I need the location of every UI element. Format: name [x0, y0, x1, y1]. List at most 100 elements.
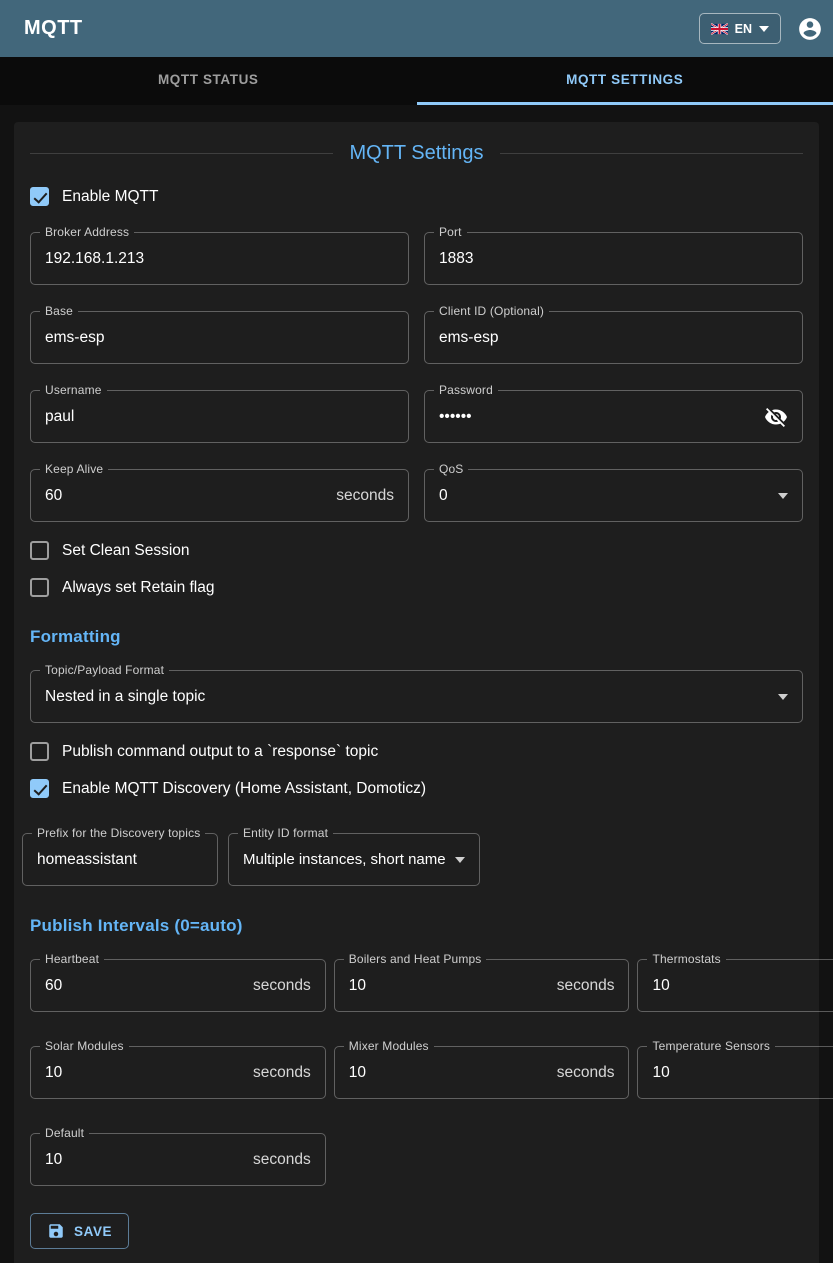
- unit-label: seconds: [253, 1064, 311, 1082]
- temperature-interval-field: Temperature Sensors seconds: [637, 1046, 833, 1099]
- qos-select[interactable]: QoS 0: [424, 469, 803, 522]
- discovery-prefix-input[interactable]: [37, 851, 203, 869]
- publish-response-checkbox[interactable]: [30, 742, 49, 761]
- topic-format-select[interactable]: Topic/Payload Format Nested in a single …: [30, 670, 803, 723]
- unit-label: seconds: [557, 1064, 615, 1082]
- entity-id-format-select[interactable]: Entity ID format Multiple instances, sho…: [228, 833, 480, 886]
- field-label: Boilers and Heat Pumps: [344, 952, 487, 966]
- settings-card: MQTT Settings Enable MQTT Broker Address…: [14, 122, 819, 1263]
- appbar-actions: EN: [699, 13, 823, 44]
- app-bar: MQTT EN: [0, 0, 833, 57]
- field-label: QoS: [434, 462, 468, 476]
- port-field: Port: [424, 232, 803, 285]
- enable-mqtt-checkbox-row: Enable MQTT: [30, 187, 803, 206]
- base-field: Base: [30, 311, 409, 364]
- base-input[interactable]: [45, 329, 394, 347]
- qos-value: 0: [439, 487, 770, 505]
- mixer-interval-field: Mixer Modules seconds: [334, 1046, 630, 1099]
- chevron-down-icon: [759, 26, 769, 32]
- keep-alive-input[interactable]: [45, 487, 328, 505]
- retain-flag-checkbox-row: Always set Retain flag: [30, 578, 803, 597]
- formatting-heading: Formatting: [30, 627, 803, 647]
- checkbox-label[interactable]: Publish command output to a `response` t…: [62, 743, 378, 761]
- tab-bar: MQTT STATUS MQTT SETTINGS: [0, 57, 833, 105]
- default-interval-field: Default seconds: [30, 1133, 326, 1186]
- clean-session-checkbox[interactable]: [30, 541, 49, 560]
- publish-intervals-heading: Publish Intervals (0=auto): [30, 916, 803, 936]
- connection-fields: Broker Address Port Base Client ID (Opti…: [30, 232, 803, 522]
- field-label: Thermostats: [647, 952, 725, 966]
- field-label: Mixer Modules: [344, 1039, 434, 1053]
- temperature-interval-input[interactable]: [652, 1064, 833, 1082]
- uk-flag-icon: [711, 23, 728, 35]
- entity-id-format-value: Multiple instances, short name: [243, 851, 447, 868]
- field-label: Solar Modules: [40, 1039, 129, 1053]
- discovery-prefix-field: Prefix for the Discovery topics: [22, 833, 218, 886]
- unit-label: seconds: [253, 977, 311, 995]
- tab-mqtt-status[interactable]: MQTT STATUS: [0, 57, 417, 105]
- password-field: Password: [424, 390, 803, 443]
- unit-label: seconds: [253, 1151, 311, 1169]
- topic-format-value: Nested in a single topic: [45, 688, 770, 706]
- checkbox-label[interactable]: Enable MQTT Discovery (Home Assistant, D…: [62, 780, 426, 798]
- mixer-interval-input[interactable]: [349, 1064, 549, 1082]
- save-icon: [47, 1222, 65, 1240]
- field-label: Heartbeat: [40, 952, 104, 966]
- port-input[interactable]: [439, 250, 788, 268]
- page-title: MQTT: [24, 17, 83, 40]
- client-id-field: Client ID (Optional): [424, 311, 803, 364]
- language-label: EN: [735, 22, 752, 36]
- tab-label: MQTT SETTINGS: [566, 72, 683, 87]
- field-label: Broker Address: [40, 225, 134, 239]
- field-label: Prefix for the Discovery topics: [32, 826, 205, 840]
- chevron-down-icon: [778, 694, 788, 700]
- chevron-down-icon: [778, 493, 788, 499]
- tab-mqtt-settings[interactable]: MQTT SETTINGS: [417, 57, 833, 105]
- heartbeat-interval-input[interactable]: [45, 977, 245, 995]
- retain-flag-checkbox[interactable]: [30, 578, 49, 597]
- enable-mqtt-checkbox[interactable]: [30, 187, 49, 206]
- language-selector[interactable]: EN: [699, 13, 781, 44]
- solar-interval-input[interactable]: [45, 1064, 245, 1082]
- username-field: Username: [30, 390, 409, 443]
- heartbeat-interval-field: Heartbeat seconds: [30, 959, 326, 1012]
- field-label: Base: [40, 304, 78, 318]
- username-input[interactable]: [45, 408, 394, 426]
- field-label: Password: [434, 383, 498, 397]
- publish-response-checkbox-row: Publish command output to a `response` t…: [30, 742, 803, 761]
- password-input[interactable]: [439, 408, 756, 426]
- discovery-checkbox-row: Enable MQTT Discovery (Home Assistant, D…: [30, 779, 803, 798]
- publish-interval-fields: Heartbeat seconds Boilers and Heat Pumps…: [30, 959, 803, 1186]
- save-button[interactable]: SAVE: [30, 1213, 129, 1249]
- boilers-interval-input[interactable]: [349, 977, 549, 995]
- boilers-interval-field: Boilers and Heat Pumps seconds: [334, 959, 630, 1012]
- clean-session-checkbox-row: Set Clean Session: [30, 541, 803, 560]
- account-icon[interactable]: [797, 16, 823, 42]
- broker-address-field: Broker Address: [30, 232, 409, 285]
- client-id-input[interactable]: [439, 329, 788, 347]
- unit-label: seconds: [557, 977, 615, 995]
- discovery-checkbox[interactable]: [30, 779, 49, 798]
- save-button-label: SAVE: [74, 1224, 112, 1239]
- solar-interval-field: Solar Modules seconds: [30, 1046, 326, 1099]
- field-label: Temperature Sensors: [647, 1039, 775, 1053]
- broker-address-input[interactable]: [45, 250, 394, 268]
- field-label: Username: [40, 383, 107, 397]
- field-label: Entity ID format: [238, 826, 333, 840]
- thermostats-interval-input[interactable]: [652, 977, 833, 995]
- field-label: Client ID (Optional): [434, 304, 549, 318]
- field-label: Keep Alive: [40, 462, 108, 476]
- field-label: Default: [40, 1126, 89, 1140]
- checkbox-label[interactable]: Always set Retain flag: [62, 579, 215, 597]
- visibility-off-icon[interactable]: [764, 405, 788, 429]
- field-label: Port: [434, 225, 467, 239]
- field-label: Topic/Payload Format: [40, 663, 169, 677]
- tab-label: MQTT STATUS: [158, 72, 259, 87]
- thermostats-interval-field: Thermostats seconds: [637, 959, 833, 1012]
- unit-label: seconds: [336, 487, 394, 505]
- checkbox-label[interactable]: Enable MQTT: [62, 188, 158, 206]
- checkbox-label[interactable]: Set Clean Session: [62, 542, 190, 560]
- keep-alive-field: Keep Alive seconds: [30, 469, 409, 522]
- discovery-fields: Prefix for the Discovery topics Entity I…: [22, 833, 803, 886]
- default-interval-input[interactable]: [45, 1151, 245, 1169]
